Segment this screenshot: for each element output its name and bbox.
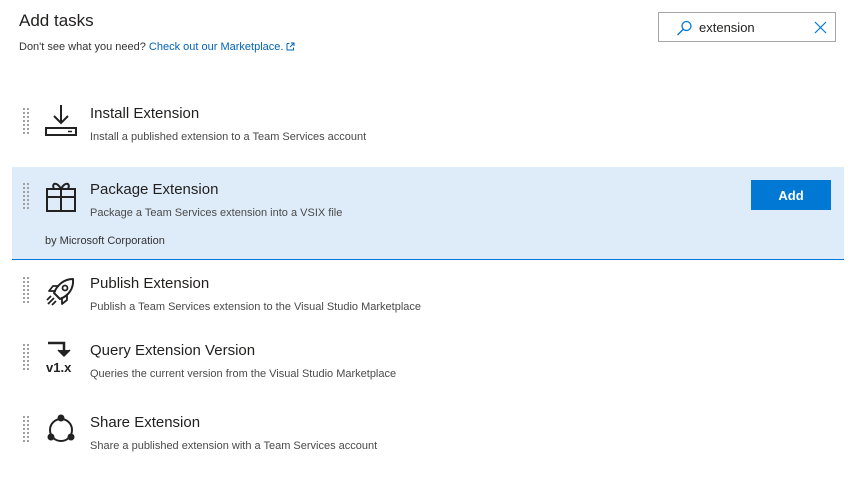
task-description: Install a published extension to a Team …	[90, 131, 367, 143]
add-tasks-panel: Add tasks Don't see what you need? Check…	[0, 0, 858, 490]
rocket-icon	[46, 278, 75, 306]
task-item-publish-extension[interactable]: Publish Extension Publish a Team Service…	[12, 266, 844, 328]
page-title: Add tasks	[19, 11, 94, 30]
add-button[interactable]: Add	[751, 180, 831, 210]
task-name: Query Extension Version	[90, 342, 256, 359]
gift-box-icon	[46, 182, 76, 212]
download-tray-icon	[45, 105, 77, 136]
subtitle-text: Don't see what you need?	[19, 41, 146, 53]
task-name: Install Extension	[90, 105, 200, 122]
task-description: Publish a Team Services extension to the…	[90, 301, 421, 313]
search-input[interactable]	[699, 18, 799, 36]
version-icon-text: v1.x	[46, 360, 72, 375]
marketplace-link[interactable]: Check out our Marketplace.	[149, 41, 296, 53]
share-icon	[47, 414, 75, 442]
close-icon[interactable]	[814, 21, 827, 34]
task-description: Queries the current version from the Vis…	[90, 368, 397, 380]
drag-handle-icon[interactable]	[23, 277, 29, 307]
task-description: Package a Team Services extension into a…	[90, 207, 343, 219]
search-box[interactable]	[658, 12, 836, 42]
task-item-package-extension[interactable]: Package Extension Package a Team Service…	[12, 167, 844, 260]
drag-handle-icon[interactable]	[23, 183, 29, 213]
external-link-icon[interactable]	[286, 42, 295, 51]
task-item-install-extension[interactable]: Install Extension Install a published ex…	[12, 96, 844, 158]
subtitle: Don't see what you need? Check out our M…	[19, 41, 295, 53]
task-name: Package Extension	[90, 181, 219, 198]
task-item-share-extension[interactable]: Share Extension Share a published extens…	[12, 405, 844, 467]
marketplace-link-label[interactable]: Check out our Marketplace.	[149, 41, 284, 53]
drag-handle-icon[interactable]	[23, 108, 29, 138]
search-icon	[677, 20, 692, 36]
task-name: Publish Extension	[90, 275, 210, 292]
task-author: by Microsoft Corporation	[45, 235, 165, 247]
task-name: Share Extension	[90, 414, 201, 431]
version-icon: v1.x	[46, 341, 72, 375]
drag-handle-icon[interactable]	[23, 416, 29, 446]
task-description: Share a published extension with a Team …	[90, 440, 378, 452]
task-item-query-extension-version[interactable]: v1.x Query Extension Version Queries the…	[12, 333, 844, 395]
drag-handle-icon[interactable]	[23, 344, 29, 374]
